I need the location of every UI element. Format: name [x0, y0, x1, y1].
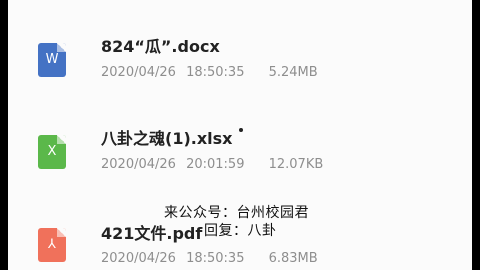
file-size: 12.07KB	[268, 157, 324, 172]
file-row-docx[interactable]: W 824“瓜”.docx 2020/04/26 18:50:35 5.24MB	[8, 0, 472, 86]
overlay-caption-line2: 回复：八卦	[204, 223, 277, 239]
file-row-xlsx[interactable]: X 八卦之魂(1).xlsx 2020/04/26 20:01:59 12.07…	[8, 92, 472, 178]
file-name: 421文件.pdf	[101, 224, 203, 243]
file-time: 20:01:59	[186, 157, 245, 172]
file-date: 2020/04/26	[101, 65, 176, 80]
file-time: 18:50:35	[186, 65, 245, 80]
excel-sheet-icon: X	[38, 135, 66, 169]
file-meta: 2020/04/26 20:01:59 12.07KB	[101, 157, 323, 172]
word-doc-icon: W	[38, 43, 66, 77]
file-size: 5.24MB	[268, 65, 318, 80]
cursor-dot	[239, 128, 243, 132]
file-date: 2020/04/26	[101, 157, 176, 172]
overlay-caption-line1: 来公众号：台州校园君	[164, 205, 309, 221]
file-meta: 2020/04/26 18:50:35 6.83MB	[101, 251, 318, 266]
file-size: 6.83MB	[268, 251, 318, 266]
file-name: 八卦之魂(1).xlsx	[101, 129, 233, 148]
file-list-panel: W 824“瓜”.docx 2020/04/26 18:50:35 5.24MB…	[8, 0, 472, 270]
pdf-icon-glyph: ⅄	[48, 237, 56, 252]
file-date: 2020/04/26	[101, 251, 176, 266]
file-meta: 2020/04/26 18:50:35 5.24MB	[101, 65, 318, 80]
file-name: 824“瓜”.docx	[101, 37, 220, 56]
pdf-icon: ⅄	[38, 228, 66, 262]
word-doc-icon-glyph: W	[45, 52, 59, 67]
file-time: 18:50:35	[186, 251, 245, 266]
excel-sheet-icon-glyph: X	[47, 144, 57, 159]
